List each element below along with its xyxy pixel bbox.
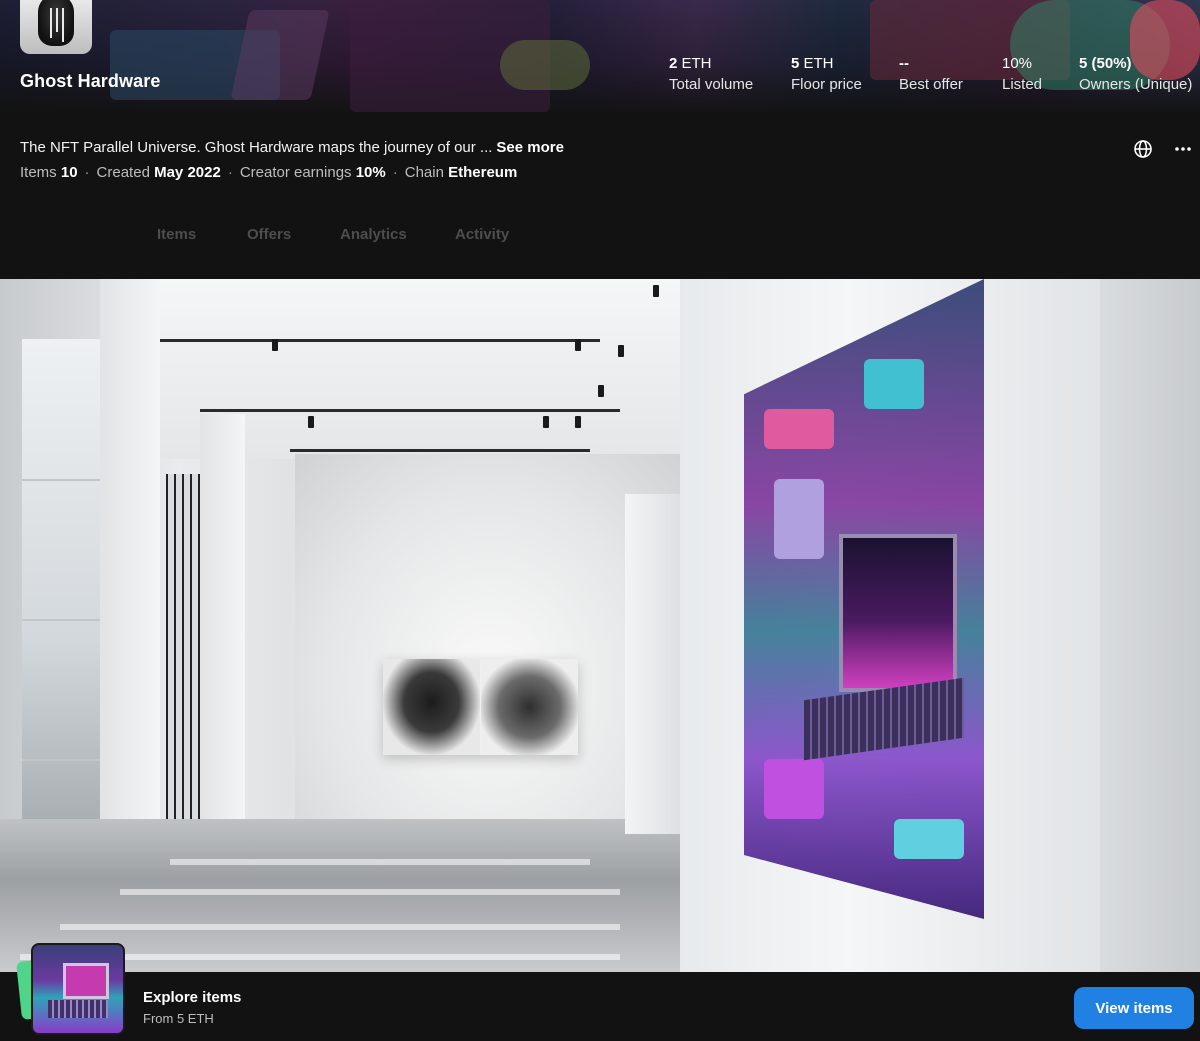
gallery-showcase-image — [0, 279, 1200, 972]
ceiling-spotlight — [618, 345, 624, 357]
art-detail — [764, 409, 834, 449]
artwork-panel — [481, 659, 578, 755]
art-computer-screen — [839, 534, 957, 692]
meta-created-label: Created — [96, 164, 150, 181]
meta-separator: · — [392, 164, 398, 181]
stat-label: Listed — [1002, 76, 1043, 93]
stat-value: -- — [899, 55, 909, 72]
stat-unit: ETH — [677, 55, 712, 72]
description-text: The NFT Parallel Universe. Ghost Hardwar… — [20, 139, 493, 156]
stat-label: Floor price — [791, 76, 862, 93]
explore-bar — [0, 972, 1200, 1041]
gallery-door — [166, 474, 200, 844]
collection-meta: Items 10 · Created May 2022 · Creator earnin… — [20, 164, 517, 181]
meta-chain-value: Ethereum — [448, 164, 518, 181]
stat-floor-price: 5 ETH Floor price — [791, 53, 862, 95]
ceiling-rail — [160, 339, 600, 342]
thumbnail-screen — [63, 963, 109, 999]
globe-icon[interactable] — [1132, 138, 1154, 160]
meta-earnings-label: Creator earnings — [239, 164, 352, 181]
stat-value: 5 (50%) — [1079, 55, 1132, 72]
ceiling-rail — [200, 409, 620, 412]
meta-items-label: Items — [20, 164, 57, 181]
stat-value: 10% — [1002, 55, 1033, 72]
explore-title: Explore items — [143, 989, 242, 1006]
stat-listed: 10% Listed — [1002, 53, 1042, 95]
banner-art — [500, 40, 590, 90]
ceiling-rail — [290, 449, 590, 452]
ceiling-spotlight — [543, 416, 549, 428]
stat-label: Best offer — [899, 76, 963, 93]
art-detail — [864, 359, 924, 409]
stat-label: Owners (Unique) — [1079, 76, 1193, 93]
meta-separator: · — [84, 164, 90, 181]
ceiling-spotlight — [598, 385, 604, 397]
banner-art — [230, 10, 330, 100]
art-detail — [894, 819, 964, 859]
meta-items-value: 10 — [60, 164, 78, 181]
see-more-link[interactable]: See more — [496, 139, 564, 156]
stat-total-volume: 2 ETH Total volume — [669, 53, 753, 95]
avatar-drip — [50, 8, 52, 38]
avatar-drip — [62, 8, 64, 42]
thumbnail-keyboard — [48, 1000, 108, 1018]
tab-offers[interactable]: Offers — [247, 226, 291, 243]
art-keyboard — [804, 677, 964, 761]
view-items-button[interactable]: View items — [1074, 987, 1194, 1029]
art-detail — [774, 479, 824, 559]
gallery-wall — [1100, 279, 1200, 972]
ghost-artwork-print — [383, 659, 578, 755]
collection-title: Ghost Hardware — [20, 71, 161, 91]
explore-price: From 5 ETH — [143, 1011, 214, 1026]
art-detail — [764, 759, 824, 819]
collection-avatar[interactable] — [20, 0, 92, 54]
stat-best-offer: -- Best offer — [899, 53, 963, 95]
tab-analytics[interactable]: Analytics — [340, 226, 407, 243]
meta-separator: · — [227, 164, 233, 181]
stat-label: Total volume — [669, 76, 754, 93]
light-stripe — [170, 859, 590, 865]
artwork-panel — [383, 659, 480, 755]
gallery-partition — [625, 494, 683, 834]
ceiling-spotlight — [575, 416, 581, 428]
window-bar — [22, 759, 100, 761]
ceiling-spotlight — [575, 339, 581, 351]
stat-unit: ETH — [799, 55, 834, 72]
avatar-drip — [56, 8, 58, 32]
item-thumbnail[interactable] — [31, 943, 125, 1035]
tab-items[interactable]: Items — [157, 226, 196, 243]
meta-created-value: May 2022 — [154, 164, 221, 181]
more-options-icon[interactable] — [1172, 138, 1194, 160]
ceiling-spotlight — [308, 416, 314, 428]
light-stripe — [120, 889, 620, 895]
ceiling-spotlight — [272, 339, 278, 351]
meta-earnings-value: 10% — [355, 164, 386, 181]
stat-owners: 5 (50%) Owners (Unique) — [1079, 53, 1192, 95]
light-stripe — [60, 924, 620, 930]
meta-chain-label: Chain — [404, 164, 444, 181]
ceiling-spotlight — [653, 285, 659, 297]
window-bar — [22, 479, 100, 481]
tab-activity[interactable]: Activity — [455, 226, 509, 243]
collection-description: The NFT Parallel Universe. Ghost Hardwar… — [20, 139, 564, 156]
window-bar — [22, 619, 100, 621]
